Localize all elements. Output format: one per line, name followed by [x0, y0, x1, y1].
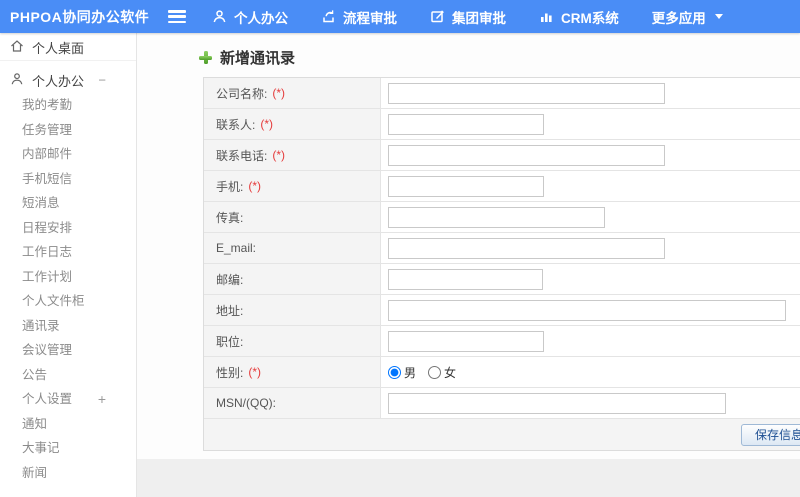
- nav-item-process-approval[interactable]: 流程审批: [321, 7, 397, 27]
- fax-input[interactable]: [388, 206, 605, 228]
- required-mark: (*): [260, 117, 274, 131]
- sidebar-item-attendance[interactable]: 我的考勤: [0, 93, 136, 118]
- field-cell-position: [381, 326, 800, 356]
- expand-plus-icon[interactable]: +: [98, 387, 106, 412]
- gender-radio[interactable]: [428, 365, 442, 379]
- user-icon: [212, 9, 227, 24]
- content-bottom-band: [137, 459, 800, 497]
- gender-option[interactable]: 男: [388, 364, 416, 381]
- sidebar-item-file-cabinet[interactable]: 个人文件柜: [0, 289, 136, 314]
- form-row-zip-code: 邮编:: [204, 264, 800, 295]
- sidebar-item-meeting-management[interactable]: 会议管理: [0, 338, 136, 363]
- field-label-fax: 传真:: [204, 202, 381, 232]
- sidebar-menu: 我的考勤 任务管理 内部邮件 手机短信 短消息 日程安排 工作日志 工作计划 个人文件柜 通讯录会…: [0, 93, 136, 485]
- field-label-company-name: 公司名称: (*): [204, 78, 381, 108]
- nav-item-crm-system[interactable]: CRM系统: [539, 7, 619, 27]
- field-label-address: 地址:: [204, 295, 381, 325]
- mobile-input[interactable]: [388, 175, 544, 197]
- field-cell-email: [381, 233, 800, 263]
- gender-option[interactable]: 女: [428, 364, 456, 381]
- nav-item-personal-office[interactable]: 个人办公: [212, 7, 288, 27]
- sidebar-item-schedule[interactable]: 日程安排: [0, 216, 136, 241]
- app-logo: PHPOA协同办公软件: [10, 8, 150, 25]
- chevron-down-icon: [714, 14, 723, 19]
- nav-item-group-approval[interactable]: 集团审批: [430, 7, 506, 27]
- sidebar-item-mobile-sms[interactable]: 手机短信: [0, 167, 136, 192]
- field-cell-contact-person: [381, 109, 800, 139]
- field-cell-company-name: [381, 78, 800, 108]
- bar-chart-icon: [539, 9, 554, 24]
- sidebar-item-news[interactable]: 新闻: [0, 461, 136, 486]
- main-content: 新增通讯录 公司名称: (*) 联系人: (*) 联系电话: (*) 手机: (*) 传真: E_…: [137, 33, 800, 497]
- form-row-gender: 性别: (*) 男女: [204, 357, 800, 388]
- form-row-position: 职位:: [204, 326, 800, 357]
- sidebar: 个人桌面 个人办公 − 我的考勤 任务管理 内部邮件 手机短信 短消息 日程安排 工作日志工…: [0, 33, 137, 497]
- app-header: PHPOA协同办公软件 个人办公 流程审批 集团审批 CRM系统 更多应用: [0, 0, 800, 33]
- form-save-row: 保存信息: [204, 419, 800, 450]
- form-row-msn-qq: MSN/(QQ):: [204, 388, 800, 419]
- form-row-address: 地址:: [204, 295, 800, 326]
- form-row-fax: 传真:: [204, 202, 800, 233]
- contact-phone-input[interactable]: [388, 144, 665, 166]
- person-icon: [10, 72, 24, 89]
- zip-code-input[interactable]: [388, 268, 543, 290]
- sidebar-item-notice[interactable]: 通知: [0, 412, 136, 437]
- field-label-contact-phone: 联系电话: (*): [204, 140, 381, 170]
- sidebar-item-milestones[interactable]: 大事记: [0, 436, 136, 461]
- field-cell-address: [381, 295, 800, 325]
- field-cell-zip-code: [381, 264, 800, 294]
- field-label-contact-person: 联系人: (*): [204, 109, 381, 139]
- form-row-company-name: 公司名称: (*): [204, 78, 800, 109]
- field-label-mobile: 手机: (*): [204, 171, 381, 201]
- sidebar-group-personal-office[interactable]: 个人办公 −: [0, 67, 136, 93]
- home-icon: [10, 39, 24, 56]
- position-input[interactable]: [388, 330, 544, 352]
- required-mark: (*): [272, 148, 286, 162]
- collapse-minus-icon[interactable]: −: [98, 73, 106, 88]
- required-mark: (*): [248, 179, 262, 193]
- sidebar-item-short-message[interactable]: 短消息: [0, 191, 136, 216]
- company-name-input[interactable]: [388, 82, 665, 104]
- field-label-msn-qq: MSN/(QQ):: [204, 388, 381, 418]
- form-row-email: E_mail:: [204, 233, 800, 264]
- required-mark: (*): [272, 86, 286, 100]
- new-contact-form: 公司名称: (*) 联系人: (*) 联系电话: (*) 手机: (*) 传真: E_mail: 邮…: [203, 77, 800, 451]
- form-row-mobile: 手机: (*): [204, 171, 800, 202]
- hamburger-menu-icon[interactable]: [168, 10, 186, 23]
- save-button[interactable]: 保存信息: [740, 423, 800, 446]
- edit-icon: [430, 9, 445, 24]
- sidebar-item-task-management[interactable]: 任务管理: [0, 118, 136, 143]
- nav-item-more-apps[interactable]: 更多应用: [652, 7, 723, 27]
- form-row-contact-phone: 联系电话: (*): [204, 140, 800, 171]
- field-label-email: E_mail:: [204, 233, 381, 263]
- sidebar-item-announcement[interactable]: 公告: [0, 363, 136, 388]
- gender-radio[interactable]: [388, 365, 401, 379]
- sidebar-item-internal-mail[interactable]: 内部邮件: [0, 142, 136, 167]
- email-input[interactable]: [388, 237, 665, 259]
- sidebar-item-personal-settings[interactable]: 个人设置 +: [0, 387, 136, 412]
- sidebar-item-personal-desktop[interactable]: 个人桌面: [0, 35, 136, 61]
- field-cell-fax: [381, 202, 800, 232]
- field-label-position: 职位:: [204, 326, 381, 356]
- field-cell-mobile: [381, 171, 800, 201]
- sidebar-item-contacts[interactable]: 通讯录: [0, 314, 136, 339]
- flow-arrow-icon: [321, 9, 336, 24]
- address-input[interactable]: [388, 299, 786, 321]
- field-cell-msn-qq: [381, 388, 800, 418]
- required-mark: (*): [248, 365, 262, 379]
- field-cell-gender: 男女: [381, 357, 800, 387]
- msn-qq-input[interactable]: [388, 392, 726, 414]
- add-plus-icon: [199, 51, 212, 64]
- sidebar-item-work-log[interactable]: 工作日志: [0, 240, 136, 265]
- field-label-zip-code: 邮编:: [204, 264, 381, 294]
- sidebar-item-work-plan[interactable]: 工作计划: [0, 265, 136, 290]
- contact-person-input[interactable]: [388, 113, 544, 135]
- top-nav: 个人办公 流程审批 集团审批 CRM系统 更多应用: [212, 7, 756, 27]
- form-row-contact-person: 联系人: (*): [204, 109, 800, 140]
- field-cell-contact-phone: [381, 140, 800, 170]
- page-title: 新增通讯录: [199, 47, 295, 68]
- field-label-gender: 性别: (*): [204, 357, 381, 387]
